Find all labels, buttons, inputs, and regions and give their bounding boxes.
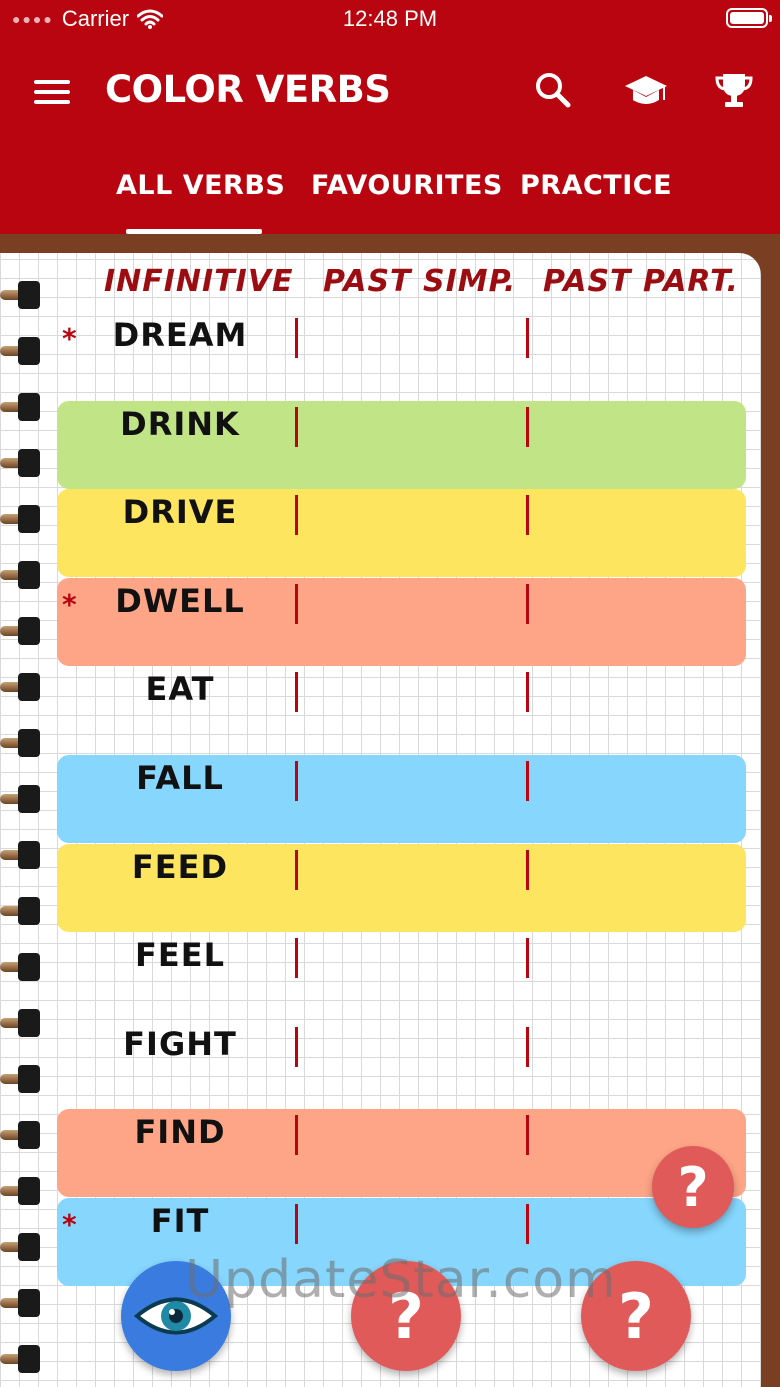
ring-icon bbox=[0, 1062, 42, 1096]
column-header-past-simple: PAST SIMP. bbox=[323, 264, 517, 299]
verb-infinitive: FIGHT bbox=[123, 1025, 237, 1063]
past-participle-divider bbox=[526, 1027, 529, 1067]
verb-row[interactable]: EAT bbox=[0, 668, 761, 756]
past-participle-divider bbox=[526, 407, 529, 447]
past-participle-divider bbox=[526, 495, 529, 535]
ring-icon bbox=[0, 558, 42, 592]
status-time: 12:48 PM bbox=[342, 6, 438, 31]
past-simple-divider bbox=[295, 584, 298, 624]
verb-infinitive: DREAM bbox=[112, 316, 248, 354]
ring-icon bbox=[0, 278, 42, 312]
ring-icon bbox=[0, 334, 42, 368]
verb-infinitive: FIT bbox=[150, 1202, 210, 1240]
verb-row[interactable]: * DREAM bbox=[0, 314, 761, 402]
past-simple-divider bbox=[295, 495, 298, 535]
past-participle-divider bbox=[526, 938, 529, 978]
ring-icon bbox=[0, 614, 42, 648]
past-simple-divider bbox=[295, 761, 298, 801]
ring-icon bbox=[0, 1118, 42, 1152]
question-icon: ? bbox=[618, 1279, 654, 1353]
watermark: UpdateStar.com bbox=[185, 1250, 617, 1310]
past-participle-divider bbox=[526, 584, 529, 624]
verb-row[interactable]: FIND bbox=[0, 1109, 761, 1199]
column-header-past-participle: PAST PART. bbox=[543, 264, 739, 299]
ring-icon bbox=[0, 950, 42, 984]
past-simple-divider bbox=[295, 672, 298, 712]
verb-row[interactable]: * DWELL bbox=[0, 578, 761, 668]
verb-infinitive: FALL bbox=[136, 759, 224, 797]
ring-icon bbox=[0, 1006, 42, 1040]
spiral-binding bbox=[0, 278, 44, 1387]
past-simple-divider bbox=[295, 1115, 298, 1155]
verb-row[interactable]: FEEL bbox=[0, 934, 761, 1022]
verb-row[interactable]: FALL bbox=[0, 755, 761, 845]
tab-favourites[interactable]: FAVOURITES bbox=[311, 170, 503, 201]
status-bar: ●●●● Carrier 12:48 PM bbox=[0, 0, 780, 40]
verb-infinitive: DRIVE bbox=[122, 493, 238, 531]
past-simple-divider bbox=[295, 938, 298, 978]
verb-row[interactable]: FEED bbox=[0, 844, 761, 934]
ring-icon bbox=[0, 670, 42, 704]
verb-infinitive: DWELL bbox=[115, 582, 245, 620]
past-simple-divider bbox=[295, 1027, 298, 1067]
verb-infinitive: FIND bbox=[134, 1113, 226, 1151]
favourite-star-icon: * bbox=[62, 322, 77, 355]
past-participle-divider bbox=[526, 1204, 529, 1244]
page-title: COLOR VERBS bbox=[105, 68, 391, 111]
favourite-star-icon: * bbox=[62, 1208, 77, 1241]
ring-icon bbox=[0, 1342, 42, 1376]
ring-icon bbox=[0, 894, 42, 928]
verb-infinitive: EAT bbox=[145, 670, 215, 708]
past-simple-divider bbox=[295, 318, 298, 358]
past-simple-divider bbox=[295, 1204, 298, 1244]
verb-infinitive: DRINK bbox=[120, 405, 240, 443]
past-simple-divider bbox=[295, 407, 298, 447]
ring-icon bbox=[0, 1286, 42, 1320]
ring-icon bbox=[0, 838, 42, 872]
past-simple-divider bbox=[295, 850, 298, 890]
ring-icon bbox=[0, 502, 42, 536]
tab-bar: ALL VERBS FAVOURITES PRACTICE bbox=[0, 164, 780, 234]
ring-icon bbox=[0, 726, 42, 760]
favourite-star-icon: * bbox=[62, 588, 77, 621]
ring-icon bbox=[0, 1174, 42, 1208]
verb-row[interactable]: DRIVE bbox=[0, 489, 761, 579]
search-icon[interactable] bbox=[533, 70, 573, 110]
ring-icon bbox=[0, 1230, 42, 1264]
question-icon: ? bbox=[677, 1155, 709, 1219]
tab-practice[interactable]: PRACTICE bbox=[520, 170, 672, 201]
ring-icon bbox=[0, 446, 42, 480]
verb-row[interactable]: DRINK bbox=[0, 401, 761, 491]
tab-all-verbs[interactable]: ALL VERBS bbox=[116, 170, 285, 201]
ring-icon bbox=[0, 390, 42, 424]
column-header-infinitive: INFINITIVE bbox=[104, 264, 294, 299]
past-participle-divider bbox=[526, 761, 529, 801]
graduation-cap-icon[interactable] bbox=[624, 70, 668, 110]
menu-icon[interactable] bbox=[34, 78, 72, 106]
past-participle-divider bbox=[526, 318, 529, 358]
trophy-icon[interactable] bbox=[714, 70, 754, 110]
app-bar: COLOR VERBS ALL VERBS FAVOURITES PRACTIC… bbox=[0, 40, 780, 234]
battery-icon bbox=[726, 8, 772, 28]
past-participle-divider bbox=[526, 1115, 529, 1155]
past-participle-divider bbox=[526, 672, 529, 712]
verb-row[interactable]: FIGHT bbox=[0, 1023, 761, 1111]
past-participle-divider bbox=[526, 850, 529, 890]
help-button[interactable]: ? bbox=[652, 1146, 734, 1228]
verb-infinitive: FEEL bbox=[135, 936, 225, 974]
ring-icon bbox=[0, 782, 42, 816]
verb-infinitive: FEED bbox=[131, 848, 229, 886]
